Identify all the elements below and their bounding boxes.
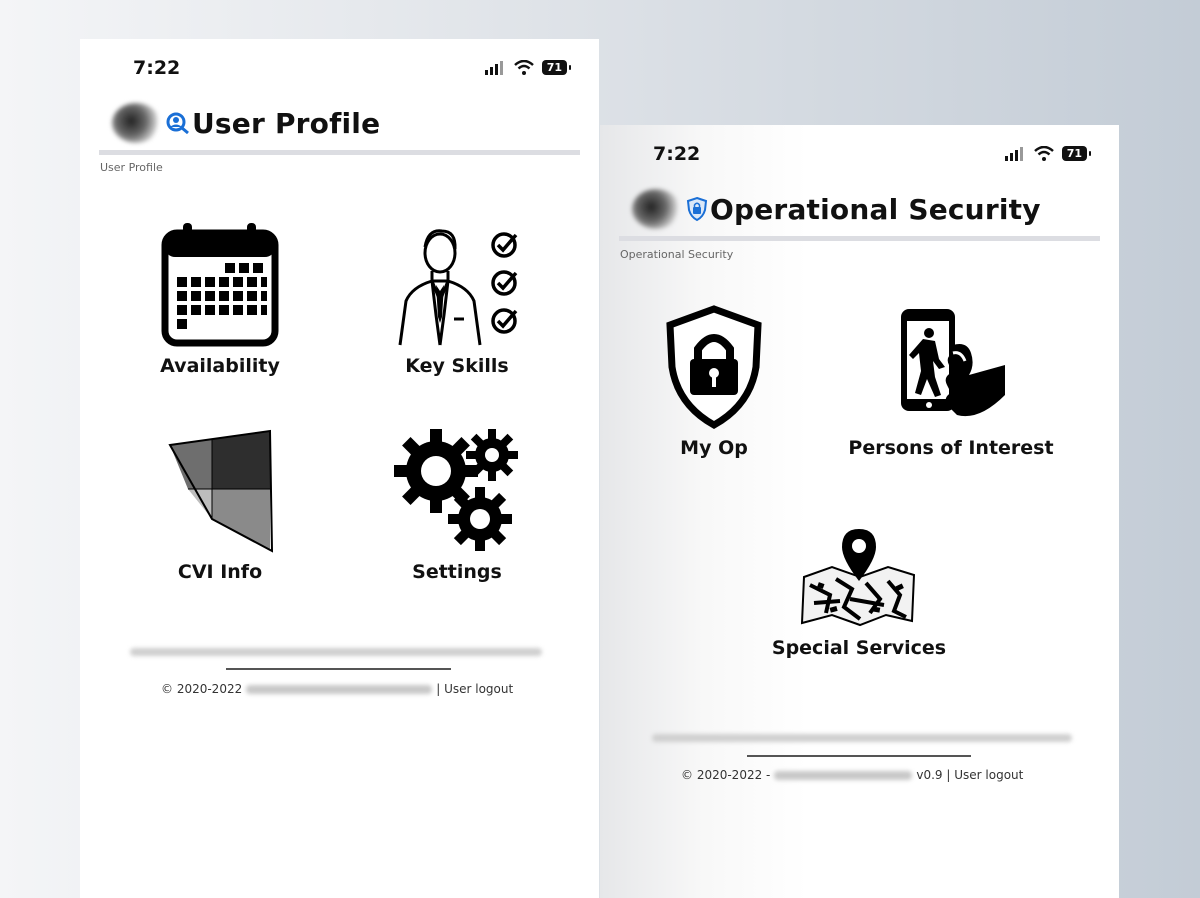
copyright-text: © 2020-2022 xyxy=(161,682,243,696)
shield-lock-small-icon xyxy=(686,196,708,222)
tile-settings[interactable]: Settings xyxy=(357,427,557,583)
wifi-icon xyxy=(513,60,534,75)
phone-in-hand-icon xyxy=(901,309,1005,417)
person-checklist-icon xyxy=(398,229,518,346)
status-time: 7:22 xyxy=(133,57,181,79)
calendar-icon xyxy=(161,223,279,347)
status-icons: 71 xyxy=(1004,146,1092,161)
operational-security-screen: 7:22 71 Operational Security Operational… xyxy=(600,125,1119,898)
breadcrumb[interactable]: Operational Security xyxy=(620,248,733,261)
user-search-icon xyxy=(166,112,189,134)
title-divider xyxy=(619,236,1100,241)
redacted-text xyxy=(246,684,433,694)
wifi-icon xyxy=(1033,146,1054,161)
footer: © 2020-2022 - v0.9 | User logout xyxy=(681,768,1023,782)
title-divider xyxy=(99,150,580,155)
status-time: 7:22 xyxy=(653,143,701,165)
tile-label: Key Skills xyxy=(405,355,509,377)
redacted-line xyxy=(130,648,542,656)
signal-icon xyxy=(484,60,503,75)
redacted-text xyxy=(774,770,913,780)
breadcrumb[interactable]: User Profile xyxy=(100,161,163,174)
cvi-shape-icon xyxy=(168,429,274,553)
page-header: Operational Security xyxy=(632,189,1041,229)
gears-icon xyxy=(394,429,518,551)
page-title: Operational Security xyxy=(710,192,1041,226)
tile-label: My Op xyxy=(680,437,748,459)
status-icons: 71 xyxy=(484,60,572,75)
footer: © 2020-2022 | User logout xyxy=(161,682,513,696)
tile-persons-of-interest[interactable]: Persons of Interest xyxy=(836,305,1066,459)
battery-icon: 71 xyxy=(541,60,572,75)
redacted-line xyxy=(652,734,1072,742)
tile-special-services[interactable]: Special Services xyxy=(759,525,959,659)
signal-icon xyxy=(1004,146,1023,161)
page-title: User Profile xyxy=(192,106,381,140)
copyright-text: © 2020-2022 - xyxy=(681,768,771,782)
tile-cvi-info[interactable]: CVI Info xyxy=(120,427,320,583)
app-logo xyxy=(112,103,160,143)
tile-availability[interactable]: Availability xyxy=(120,219,320,377)
footer-divider xyxy=(226,668,451,670)
page-header: User Profile xyxy=(112,103,380,143)
tile-key-skills[interactable]: Key Skills xyxy=(357,219,557,377)
tile-label: Special Services xyxy=(771,637,947,659)
footer-divider xyxy=(747,755,971,757)
tile-label: CVI Info xyxy=(177,561,263,583)
tile-label: Availability xyxy=(160,355,280,377)
app-logo xyxy=(632,189,680,229)
map-pin-icon xyxy=(800,529,916,627)
shield-lock-icon xyxy=(666,305,762,429)
user-logout-link[interactable]: | User logout xyxy=(436,682,513,696)
battery-icon: 71 xyxy=(1061,146,1092,161)
user-profile-screen: 7:22 71 User Profile User Profile Availa… xyxy=(80,39,599,898)
tile-my-op[interactable]: My Op xyxy=(614,305,814,459)
tile-label: Persons of Interest xyxy=(848,437,1054,459)
tile-label: Settings xyxy=(412,561,502,583)
user-logout-link[interactable]: v0.9 | User logout xyxy=(916,768,1023,782)
